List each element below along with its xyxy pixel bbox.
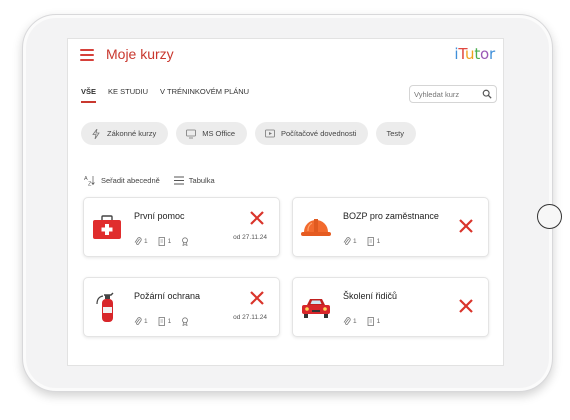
course-card-first-aid[interactable]: První pomoc 1 1 od 27.11.24 xyxy=(83,197,280,257)
course-title: Školení řidičů xyxy=(343,291,398,301)
course-meta: 1 1 xyxy=(134,237,189,246)
tab-to-study[interactable]: KE STUDIU xyxy=(108,87,148,103)
course-meta: 1 1 xyxy=(343,237,380,246)
view-label: Tabulka xyxy=(188,176,215,185)
remove-course-icon[interactable] xyxy=(458,298,474,314)
lessons-count: 1 xyxy=(343,237,357,246)
course-title: BOZP pro zaměstnance xyxy=(343,211,439,221)
paperclip-icon xyxy=(343,237,351,245)
lightning-icon xyxy=(92,128,100,139)
lessons-count: 1 xyxy=(343,317,357,326)
lessons-count: 1 xyxy=(134,317,148,326)
chip-label: Počítačové dovednosti xyxy=(281,129,357,138)
sort-alphabetically-button[interactable]: A Z Seřadit abecedně xyxy=(84,175,160,186)
itutor-logo: iTutor xyxy=(454,45,495,63)
course-card-driver-training[interactable]: Školení řidičů 1 1 xyxy=(292,277,489,337)
list-view-icon xyxy=(173,176,184,185)
course-card-bozp[interactable]: BOZP pro zaměstnance 1 1 xyxy=(292,197,489,257)
chip-tests[interactable]: Testy xyxy=(376,122,416,145)
search-box xyxy=(409,85,497,103)
lessons-count: 1 xyxy=(134,237,148,246)
remove-course-icon[interactable] xyxy=(249,290,265,306)
chip-legal-courses[interactable]: Zákonné kurzy xyxy=(81,122,169,145)
certificate-icon xyxy=(182,237,189,246)
tab-training-plan[interactable]: V TRÉNINKOVÉM PLÁNU xyxy=(160,87,249,103)
sort-az-icon: A Z xyxy=(84,176,95,187)
category-chips: Zákonné kurzy MS Office Počítačové doved… xyxy=(81,122,416,145)
course-card-fire-safety[interactable]: Požární ochrana 1 1 od 27.11.24 xyxy=(83,277,280,337)
first-aid-kit-icon xyxy=(93,215,121,239)
course-date: od 27.11.24 xyxy=(233,234,267,241)
menu-icon[interactable] xyxy=(80,49,94,61)
hard-hat-icon xyxy=(301,219,331,236)
course-title: První pomoc xyxy=(134,211,185,221)
tests-count: 1 xyxy=(367,237,380,246)
search-input[interactable] xyxy=(414,89,480,100)
chip-label: Zákonné kurzy xyxy=(107,129,157,138)
paperclip-icon xyxy=(134,237,142,245)
course-date: od 27.11.24 xyxy=(233,314,267,321)
chip-ms-office[interactable]: MS Office xyxy=(176,122,247,145)
car-icon xyxy=(302,299,330,318)
main-content: VŠE KE STUDIU V TRÉNINKOVÉM PLÁNU Zákonn… xyxy=(68,71,503,365)
home-button[interactable] xyxy=(537,204,562,229)
document-icon xyxy=(367,317,374,326)
certificate-icon xyxy=(182,317,189,326)
chip-label: Testy xyxy=(386,129,404,138)
remove-course-icon[interactable] xyxy=(249,210,265,226)
document-icon xyxy=(158,317,165,326)
svg-text:Z: Z xyxy=(88,182,92,187)
tests-count: 1 xyxy=(158,237,171,246)
course-title: Požární ochrana xyxy=(134,291,201,301)
paperclip-icon xyxy=(343,317,351,325)
chip-computer-skills[interactable]: Počítačové dovednosti xyxy=(255,122,369,145)
certificate-badge xyxy=(181,317,189,326)
search-icon[interactable] xyxy=(482,89,492,99)
app-bar: Moje kurzy iTutor xyxy=(68,39,503,71)
tests-count: 1 xyxy=(367,317,380,326)
list-tools: A Z Seřadit abecedně Tabulka xyxy=(84,175,215,186)
document-icon xyxy=(158,237,165,246)
page-title: Moje kurzy xyxy=(106,46,174,62)
tests-count: 1 xyxy=(158,317,171,326)
play-icon xyxy=(265,129,275,137)
course-meta: 1 1 xyxy=(134,317,189,326)
monitor-icon xyxy=(186,129,197,138)
sort-label: Seřadit abecedně xyxy=(101,176,160,185)
paperclip-icon xyxy=(134,317,142,325)
certificate-badge xyxy=(181,237,189,246)
course-meta: 1 1 xyxy=(343,317,380,326)
tab-all[interactable]: VŠE xyxy=(81,87,97,103)
app-screen: Moje kurzy iTutor VŠE KE STUDIU V TRÉNIN… xyxy=(67,38,504,366)
course-tabs: VŠE KE STUDIU V TRÉNINKOVÉM PLÁNU xyxy=(81,87,249,103)
remove-course-icon[interactable] xyxy=(458,218,474,234)
chip-label: MS Office xyxy=(202,129,235,138)
table-view-button[interactable]: Tabulka xyxy=(173,176,215,185)
document-icon xyxy=(367,237,374,246)
fire-extinguisher-icon xyxy=(96,292,114,322)
